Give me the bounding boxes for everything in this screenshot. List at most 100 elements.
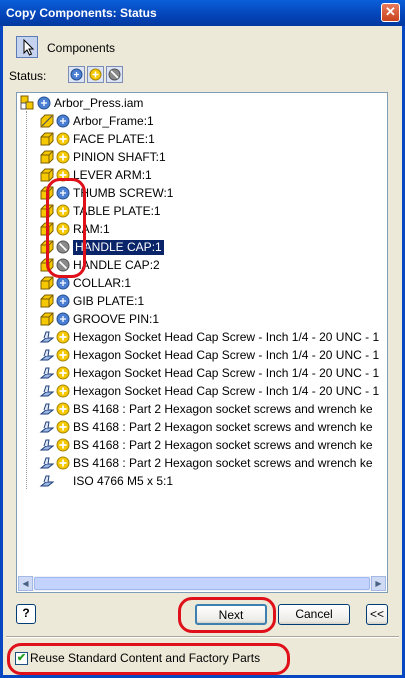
part-icon <box>40 204 54 218</box>
close-button[interactable]: ✕ <box>381 3 400 22</box>
tree-root-label: Arbor_Press.iam <box>54 96 144 110</box>
part-icon <box>40 150 54 164</box>
status-reuse-button[interactable] <box>87 66 104 83</box>
tree-item-label: HANDLE CAP:1 <box>73 239 164 255</box>
component-tree[interactable]: Arbor_Press.iam Arbor_Frame:1 FACE PLATE:… <box>16 92 388 593</box>
tree-item-label: GROOVE PIN:1 <box>73 312 160 326</box>
tree-item[interactable]: PINION SHAFT:1 <box>39 148 166 166</box>
scroll-right-button[interactable]: ▶ <box>371 576 386 591</box>
tree-item-label: ISO 4766 M5 x 5:1 <box>73 474 174 488</box>
library-part-icon <box>39 475 55 487</box>
tree-item[interactable]: HANDLE CAP:1 <box>39 238 164 256</box>
part-icon <box>40 294 54 308</box>
yellow-status-icon <box>56 456 70 470</box>
tree-item-label: Hexagon Socket Head Cap Screw - Inch 1/4… <box>73 366 380 380</box>
tree-item-label: BS 4168 : Part 2 Hexagon socket screws a… <box>73 420 373 434</box>
tree-item[interactable]: Hexagon Socket Head Cap Screw - Inch 1/4… <box>39 364 379 382</box>
library-part-icon <box>39 439 55 451</box>
reuse-checkbox[interactable]: ✔ <box>15 652 28 665</box>
library-part-icon <box>39 421 55 433</box>
tree-item-label: BS 4168 : Part 2 Hexagon socket screws a… <box>73 456 373 470</box>
tree-item[interactable]: BS 4168 : Part 2 Hexagon socket screws a… <box>39 454 373 472</box>
blue-status-icon <box>56 312 70 326</box>
frame-part-icon <box>40 114 54 128</box>
tree-item-label: BS 4168 : Part 2 Hexagon socket screws a… <box>73 438 373 452</box>
tree-item[interactable]: RAM:1 <box>39 220 110 238</box>
part-icon <box>40 168 54 182</box>
library-part-icon <box>39 385 55 397</box>
status-exclude-button[interactable] <box>106 66 123 83</box>
cursor-arrow-icon <box>23 38 35 56</box>
yellow-status-icon <box>56 150 70 164</box>
tree-item-label: Hexagon Socket Head Cap Screw - Inch 1/4… <box>73 348 380 362</box>
scroll-thumb[interactable] <box>34 577 370 590</box>
tree-item[interactable]: Hexagon Socket Head Cap Screw - Inch 1/4… <box>39 328 379 346</box>
cancel-button[interactable]: Cancel <box>278 604 350 625</box>
yellow-status-icon <box>56 438 70 452</box>
tree-item[interactable]: Hexagon Socket Head Cap Screw - Inch 1/4… <box>39 346 379 364</box>
title-bar: Copy Components: Status ✕ <box>0 0 405 26</box>
tree-item[interactable]: Hexagon Socket Head Cap Screw - Inch 1/4… <box>39 382 379 400</box>
library-part-icon <box>39 331 55 343</box>
components-select-button[interactable] <box>16 36 38 58</box>
yellow-status-icon <box>56 168 70 182</box>
tree-item-label: FACE PLATE:1 <box>73 132 155 146</box>
tree-item-label: Arbor_Frame:1 <box>73 114 154 128</box>
part-icon <box>40 312 54 326</box>
scroll-left-button[interactable]: ◀ <box>18 576 33 591</box>
horizontal-scrollbar[interactable]: ◀ ▶ <box>18 576 386 591</box>
tree-item-label: COLLAR:1 <box>73 276 132 290</box>
tree-item-label: HANDLE CAP:2 <box>73 258 160 272</box>
part-icon <box>40 132 54 146</box>
status-new-button[interactable] <box>68 66 85 83</box>
tree-item-label: LEVER ARM:1 <box>73 168 152 182</box>
tree-item-label: TABLE PLATE:1 <box>73 204 161 218</box>
tree-item[interactable]: LEVER ARM:1 <box>39 166 152 184</box>
blue-status-icon <box>37 96 51 110</box>
yellow-status-icon <box>56 204 70 218</box>
tree-item[interactable]: TABLE PLATE:1 <box>39 202 161 220</box>
tree-item-label: PINION SHAFT:1 <box>73 150 166 164</box>
tree-item[interactable]: ISO 4766 M5 x 5:1 <box>39 472 173 490</box>
part-icon <box>40 276 54 290</box>
tree-item-label: Hexagon Socket Head Cap Screw - Inch 1/4… <box>73 384 380 398</box>
tree-item[interactable]: BS 4168 : Part 2 Hexagon socket screws a… <box>39 400 373 418</box>
assembly-icon <box>20 95 34 110</box>
tree-item[interactable]: HANDLE CAP:2 <box>39 256 160 274</box>
yellow-status-icon <box>89 68 102 81</box>
reuse-checkbox-label[interactable]: Reuse Standard Content and Factory Parts <box>30 651 260 665</box>
yellow-status-icon <box>56 420 70 434</box>
tree-item[interactable]: GIB PLATE:1 <box>39 292 144 310</box>
blue-status-icon <box>56 276 70 290</box>
yellow-status-icon <box>56 384 70 398</box>
tree-item-label: Hexagon Socket Head Cap Screw - Inch 1/4… <box>73 330 380 344</box>
part-icon <box>40 186 54 200</box>
tree-item[interactable]: BS 4168 : Part 2 Hexagon socket screws a… <box>39 418 373 436</box>
library-part-icon <box>39 457 55 469</box>
yellow-status-icon <box>56 222 70 236</box>
help-button[interactable]: ? <box>16 604 36 624</box>
components-label: Components <box>47 41 116 55</box>
tree-item-label: THUMB SCREW:1 <box>73 186 174 200</box>
library-part-icon <box>39 403 55 415</box>
tree-item[interactable]: THUMB SCREW:1 <box>39 184 173 202</box>
tree-item[interactable]: FACE PLATE:1 <box>39 130 155 148</box>
tree-root[interactable]: Arbor_Press.iam <box>20 94 143 112</box>
yellow-status-icon <box>56 348 70 362</box>
blue-status-icon <box>56 114 70 128</box>
tree-item[interactable]: GROOVE PIN:1 <box>39 310 159 328</box>
next-button[interactable]: Next <box>195 604 267 625</box>
tree-item[interactable]: Arbor_Frame:1 <box>39 112 154 130</box>
tree-item-label: GIB PLATE:1 <box>73 294 145 308</box>
blue-status-icon <box>56 186 70 200</box>
part-icon <box>40 240 54 254</box>
status-filter-group <box>68 66 123 83</box>
tree-item[interactable]: COLLAR:1 <box>39 274 131 292</box>
collapse-button[interactable]: << <box>366 604 388 625</box>
gray-status-icon <box>108 68 121 81</box>
tree-item[interactable]: BS 4168 : Part 2 Hexagon socket screws a… <box>39 436 373 454</box>
no-status-icon <box>56 474 70 488</box>
separator <box>6 636 399 638</box>
blue-status-icon <box>56 294 70 308</box>
blue-status-icon <box>70 68 83 81</box>
